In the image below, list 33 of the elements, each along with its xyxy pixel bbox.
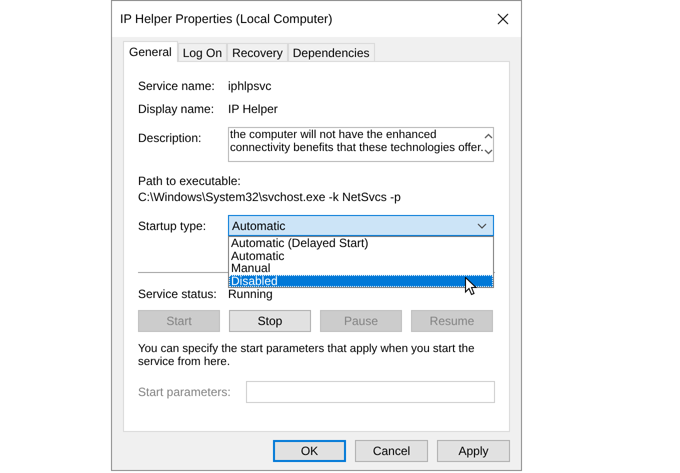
path-text: C:\Windows\System32\svchost.exe -k NetSvcs -p — [138, 189, 401, 205]
field-label: Service name: — [138, 79, 216, 93]
window-title: IP Helper Properties (Local Computer) — [120, 12, 332, 26]
field-label: Startup type: — [138, 218, 208, 232]
tab[interactable]: Dependencies — [288, 43, 374, 61]
description-line: the computer will not have the enhanced — [230, 129, 438, 142]
field-label: Service status: — [138, 287, 218, 301]
field-label: Path to executable: — [138, 173, 241, 189]
scroll-up-icon[interactable] — [484, 133, 493, 139]
chevron-down-icon — [477, 222, 487, 228]
field-value: iphlpsvc — [228, 79, 272, 93]
tab[interactable]: General — [123, 41, 178, 62]
description-box[interactable]: the computer will not have the enhanced connectivity benefits that these technologies offer. — [228, 127, 494, 162]
tab[interactable]: Log On — [178, 43, 228, 61]
field-label: Display name: — [138, 102, 216, 116]
hint-text: You can specify the start parameters that apply when you start the service from here. — [138, 343, 476, 369]
field-label: Description: — [138, 131, 202, 145]
tab[interactable]: Recovery — [227, 43, 288, 61]
close-icon[interactable] — [497, 13, 509, 25]
dialog-button[interactable]: Cancel — [355, 440, 428, 462]
dropdown-option[interactable]: Automatic — [229, 250, 493, 262]
dropdown-option[interactable]: Automatic (Delayed Start) — [229, 237, 493, 250]
service-status-value: Running — [228, 287, 273, 301]
service-button[interactable]: Stop — [229, 310, 311, 332]
field-value: IP Helper — [228, 102, 278, 116]
description-line: connectivity benefits that these technologies offer. — [230, 142, 484, 155]
scroll-down-icon[interactable] — [484, 149, 493, 155]
dropdown-option[interactable]: Manual — [229, 262, 493, 274]
dialog-button[interactable]: OK — [273, 440, 346, 462]
dialog-button[interactable]: Apply — [437, 440, 510, 462]
field-label: Start parameters: — [138, 385, 232, 399]
dropdown-option[interactable]: Disabled — [229, 274, 493, 287]
startup-type-dropdown[interactable]: Automatic — [228, 215, 494, 236]
